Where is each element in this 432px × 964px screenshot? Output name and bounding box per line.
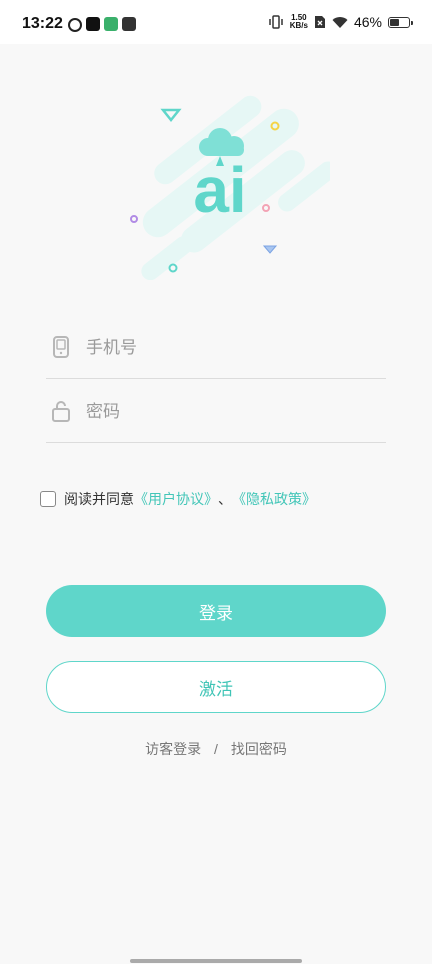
- battery-fill: [390, 18, 400, 26]
- mail-app-icon: [122, 17, 136, 31]
- bottom-links: 访客登录 / 找回密码: [0, 739, 432, 759]
- password-field: [46, 380, 386, 443]
- app-logo: ai: [130, 95, 330, 280]
- no-sim-icon: [314, 16, 325, 28]
- status-indicators: 1.50 KB/s 46%: [268, 14, 413, 30]
- guest-login-link[interactable]: 访客登录: [145, 739, 201, 759]
- lock-icon: [52, 401, 70, 422]
- login-button[interactable]: 登录: [46, 585, 386, 637]
- logo-text: ai: [193, 154, 246, 226]
- recover-password-link[interactable]: 找回密码: [231, 739, 287, 759]
- agreement-checkbox[interactable]: [40, 491, 56, 507]
- phone-field: [46, 316, 386, 379]
- network-speed: 1.50 KB/s: [290, 14, 308, 30]
- battery-percent: 46%: [353, 14, 382, 30]
- vibrate-icon: [268, 15, 283, 29]
- password-input[interactable]: [84, 394, 378, 430]
- user-agreement-link[interactable]: 《用户协议》: [134, 489, 218, 509]
- speed-unit: KB/s: [289, 21, 308, 30]
- agreement-prefix: 阅读并同意: [64, 491, 134, 507]
- home-indicator[interactable]: [130, 959, 302, 963]
- activate-button[interactable]: 激活: [46, 661, 386, 713]
- app-notification-icon: [68, 18, 82, 32]
- map-app-icon: [104, 17, 118, 31]
- links-divider: /: [214, 741, 218, 757]
- tiktok-icon: [86, 17, 100, 31]
- privacy-policy-link[interactable]: 《隐私政策》: [232, 489, 316, 509]
- battery-icon: [388, 16, 413, 28]
- status-time: 13:22: [22, 15, 63, 32]
- agreement-separator: 、: [218, 491, 232, 507]
- status-bar: 13:22 1.50 KB/s 46%: [0, 0, 432, 44]
- phone-icon: [53, 336, 69, 358]
- wifi-icon: [332, 16, 348, 28]
- agreement-row: 阅读并同意 《用户协议》 、 《隐私政策》: [40, 489, 316, 509]
- phone-input[interactable]: [84, 330, 378, 366]
